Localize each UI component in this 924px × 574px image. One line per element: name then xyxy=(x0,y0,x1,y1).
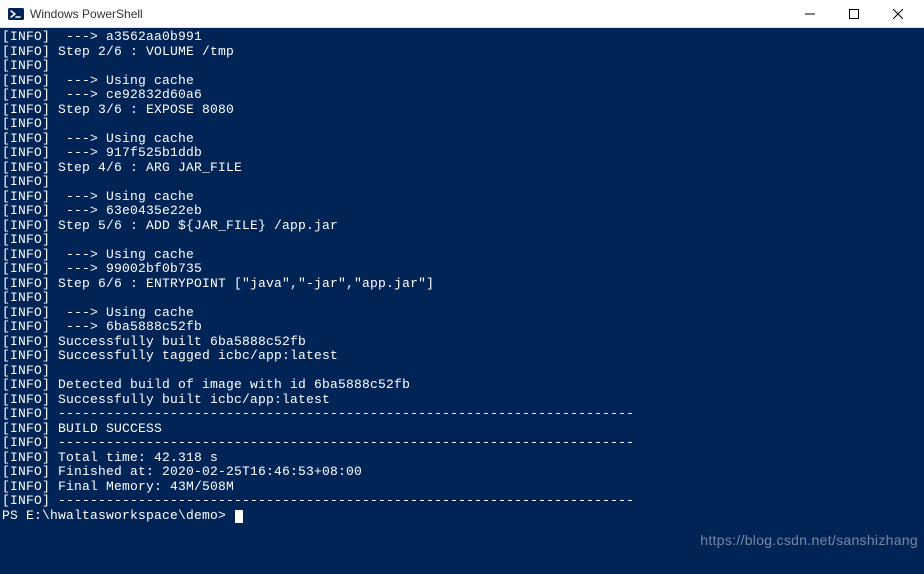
output-line: [INFO] Final Memory: 43M/508M xyxy=(2,480,922,495)
output-line: [INFO] ---> Using cache xyxy=(2,190,922,205)
output-line: [INFO] ---> 99002bf0b735 xyxy=(2,262,922,277)
output-line: [INFO] Successfully built 6ba5888c52fb xyxy=(2,335,922,350)
output-line: [INFO] Step 5/6 : ADD ${JAR_FILE} /app.j… xyxy=(2,219,922,234)
output-line: [INFO] Step 2/6 : VOLUME /tmp xyxy=(2,45,922,60)
minimize-button[interactable] xyxy=(788,0,832,28)
output-line: [INFO] xyxy=(2,364,922,379)
output-line: [INFO] BUILD SUCCESS xyxy=(2,422,922,437)
title-bar: Windows PowerShell xyxy=(0,0,924,28)
output-line: [INFO] Successfully tagged icbc/app:late… xyxy=(2,349,922,364)
window-controls xyxy=(788,0,920,28)
prompt-line[interactable]: PS E:\hwaltasworkspace\demo> xyxy=(2,509,922,524)
output-line: [INFO] ---> 6ba5888c52fb xyxy=(2,320,922,335)
output-line: [INFO] ---> a3562aa0b991 xyxy=(2,30,922,45)
output-line: [INFO] ---> Using cache xyxy=(2,74,922,89)
output-line: [INFO] xyxy=(2,59,922,74)
output-line: [INFO] ---> Using cache xyxy=(2,132,922,147)
close-button[interactable] xyxy=(876,0,920,28)
output-line: [INFO] Step 6/6 : ENTRYPOINT ["java","-j… xyxy=(2,277,922,292)
output-line: [INFO] ---------------------------------… xyxy=(2,436,922,451)
prompt-text: PS E:\hwaltasworkspace\demo> xyxy=(2,508,234,523)
cursor xyxy=(235,510,243,523)
output-line: [INFO] ---------------------------------… xyxy=(2,407,922,422)
output-line: [INFO] Step 3/6 : EXPOSE 8080 xyxy=(2,103,922,118)
output-line: [INFO] Total time: 42.318 s xyxy=(2,451,922,466)
maximize-button[interactable] xyxy=(832,0,876,28)
output-line: [INFO] ---> Using cache xyxy=(2,248,922,263)
output-line: [INFO] Successfully built icbc/app:lates… xyxy=(2,393,922,408)
output-line: [INFO] ---> 917f525b1ddb xyxy=(2,146,922,161)
output-line: [INFO] ---> ce92832d60a6 xyxy=(2,88,922,103)
output-line: [INFO] Detected build of image with id 6… xyxy=(2,378,922,393)
window-title: Windows PowerShell xyxy=(30,7,788,21)
output-line: [INFO] ---> Using cache xyxy=(2,306,922,321)
output-line: [INFO] xyxy=(2,291,922,306)
powershell-icon xyxy=(8,6,24,22)
output-line: [INFO] xyxy=(2,117,922,132)
output-line: [INFO] ---------------------------------… xyxy=(2,494,922,509)
output-line: [INFO] Finished at: 2020-02-25T16:46:53+… xyxy=(2,465,922,480)
output-line: [INFO] ---> 63e0435e22eb xyxy=(2,204,922,219)
terminal-output[interactable]: [INFO] ---> a3562aa0b991[INFO] Step 2/6 … xyxy=(0,28,924,574)
output-line: [INFO] xyxy=(2,175,922,190)
output-line: [INFO] Step 4/6 : ARG JAR_FILE xyxy=(2,161,922,176)
output-line: [INFO] xyxy=(2,233,922,248)
